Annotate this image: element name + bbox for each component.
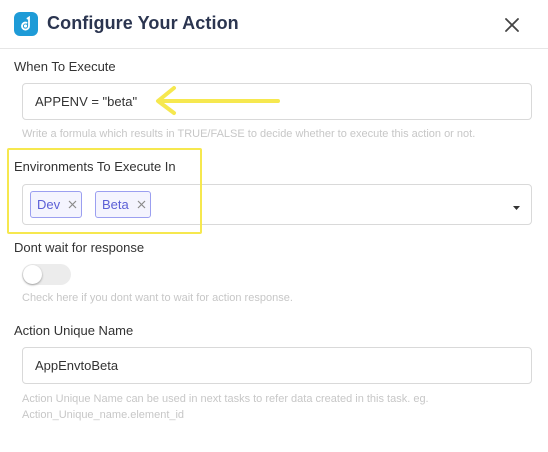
when-to-execute-value: APPENV = "beta" (35, 94, 138, 109)
environment-tag-dev: Dev (30, 191, 83, 218)
caret-down-icon[interactable] (513, 198, 520, 216)
unique-name-help-line2: Action_Unique_name.element_id (22, 409, 185, 421)
toggle-knob (23, 265, 42, 284)
unique-name-value: AppEnvtoBeta (35, 358, 119, 373)
dont-wait-label: Dont wait for response (14, 240, 145, 255)
environment-tag-label: Dev (37, 197, 61, 212)
when-to-execute-help: Write a formula which results in TRUE/FA… (22, 128, 476, 140)
environment-tag-beta: Beta (95, 191, 151, 218)
dont-wait-toggle[interactable] (22, 264, 71, 285)
unique-name-label: Action Unique Name (14, 323, 134, 338)
unique-name-help-line1: Action Unique Name can be used in next t… (22, 393, 429, 405)
when-to-execute-label: When To Execute (14, 59, 116, 74)
environments-label: Environments To Execute In (14, 159, 176, 174)
environment-tag-label: Beta (102, 197, 129, 212)
configure-action-dialog: Configure Your Action When To Execute AP… (0, 0, 548, 452)
dont-wait-help: Check here if you dont want to wait for … (22, 292, 293, 304)
left-arrow-icon (156, 86, 280, 115)
dialog-header: Configure Your Action (0, 0, 548, 49)
dialog-title: Configure Your Action (47, 13, 239, 33)
remove-tag-icon[interactable] (68, 200, 77, 209)
environments-multiselect[interactable]: Dev Beta (22, 184, 532, 225)
remove-tag-icon[interactable] (137, 200, 146, 209)
app-logo-icon (14, 12, 38, 36)
unique-name-input[interactable]: AppEnvtoBeta (22, 347, 532, 384)
close-icon[interactable] (500, 13, 524, 37)
